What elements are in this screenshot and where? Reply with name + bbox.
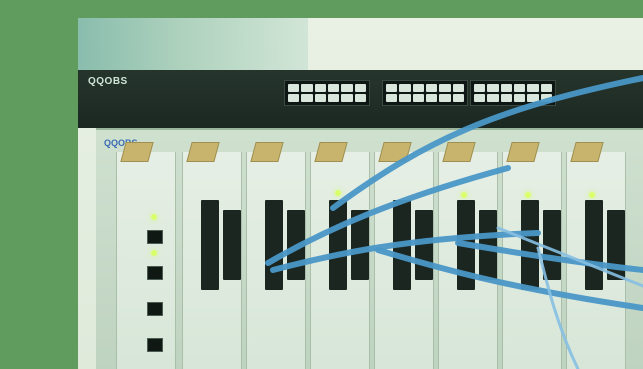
ethernet-cable: [455, 240, 643, 273]
ethernet-cable-icon: [265, 75, 643, 369]
ethernet-cable: [375, 247, 643, 311]
ethernet-cable-light: [496, 226, 643, 288]
network-equipment-photo: QQOBS QQOBS: [78, 18, 643, 369]
ethernet-cable-light: [536, 246, 580, 369]
ethernet-cable: [330, 75, 643, 211]
